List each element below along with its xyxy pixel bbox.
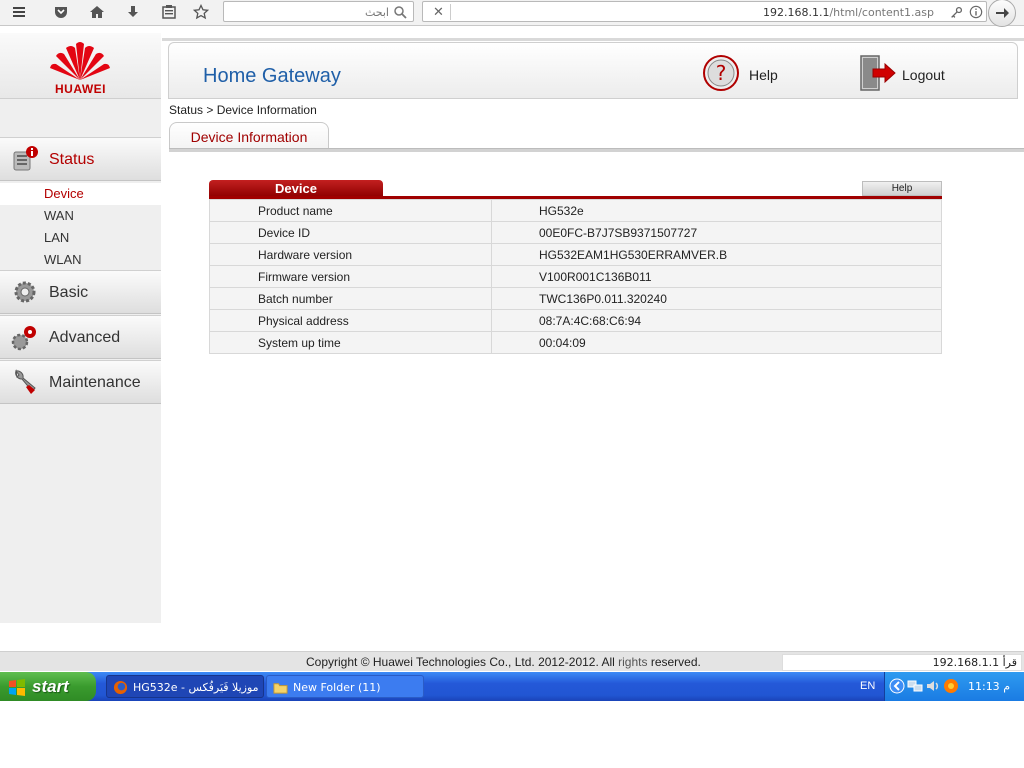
row-value: TWC136P0.011.320240 [491,287,942,310]
logo-text: HUAWEI [55,82,106,96]
svg-text:?: ? [716,61,727,85]
table-row: Physical address 08:7A:4C:68:C6:94 [209,309,942,332]
table-row: Device ID 00E0FC-B7J7SB9371507727 [209,221,942,244]
bookmark-star-icon[interactable] [186,0,216,24]
panel-help-button[interactable]: Help [862,181,942,196]
url-host: 192.168.1.1 [762,6,830,19]
windows-logo-icon [9,678,25,696]
arrow-right-icon [996,8,1009,18]
go-arrow-button[interactable] [988,0,1016,27]
url-path: /html/content1.asp [829,6,934,19]
divider [169,148,1024,152]
page-content: HUAWEI Status Device WAN LAN WLAN Basic [0,27,1024,651]
status-icon [13,146,38,171]
clock: 11:13 م [967,680,1010,693]
task-label: New Folder (11) [293,681,381,694]
sidebar-item-label: Basic [49,284,89,301]
row-value: HG532EAM1HG530ERRAMVER.B [491,243,942,266]
row-key: Physical address [209,309,492,332]
copyright-text: Copyright © Huawei Technologies Co., Ltd… [306,655,701,669]
row-key: Batch number [209,287,492,310]
start-button[interactable]: start [0,672,96,701]
advanced-icon [11,326,36,351]
network-icon[interactable] [907,678,923,694]
url-bar[interactable]: ✕ 192.168.1.1/html/content1.asp [422,1,987,22]
table-row: Product name HG532e [209,199,942,222]
sidebar-item-advanced[interactable]: Advanced [0,315,161,359]
page-footer: Copyright © Huawei Technologies Co., Ltd… [0,651,1024,671]
sidebar-item-maintenance[interactable]: Maintenance [0,360,161,404]
help-link[interactable]: Help [749,67,778,83]
task-label: HG532e - موزيلا فَيَرفُكس [133,681,259,694]
app-tray-icon[interactable] [943,678,959,694]
tab-device-information[interactable]: Device Information [169,122,329,149]
menu-icon[interactable] [4,0,34,24]
speaker-icon[interactable] [925,678,941,694]
url-text[interactable]: 192.168.1.1/html/content1.asp [763,6,934,19]
row-key: Hardware version [209,243,492,266]
search-box[interactable] [223,1,414,22]
help-icon[interactable]: ? [702,54,740,92]
key-icon[interactable] [948,4,964,20]
row-key: System up time [209,331,492,354]
browser-status-text: 192.168.1.1 قرأ [782,654,1022,671]
row-key: Device ID [209,221,492,244]
taskbar: start HG532e - موزيلا فَيَرفُكس New Fold… [0,672,1024,701]
device-info-table: Product name HG532e Device ID 00E0FC-B7J7S… [209,199,942,354]
table-row: Hardware version HG532EAM1HG530ERRAMVER.B [209,243,942,266]
table-row: System up time 00:04:09 [209,331,942,354]
firefox-icon [113,680,128,695]
row-value: 00:04:09 [491,331,942,354]
row-value: HG532e [491,199,942,222]
sidebar-subitem-wan[interactable]: WAN [0,205,161,227]
panel-title: Device [209,180,383,197]
table-row: Firmware version V100R001C136B011 [209,265,942,288]
copyright-part: reserved. [647,655,701,669]
logout-link[interactable]: Logout [902,67,945,83]
copyright-part: Copyright © Huawei Technologies Co., Ltd… [306,655,619,669]
huawei-logo: HUAWEI [0,33,161,99]
logout-icon[interactable] [857,54,897,92]
taskbar-item-firefox[interactable]: HG532e - موزيلا فَيَرفُكس [106,675,264,698]
home-icon[interactable] [82,0,112,24]
system-tray: 11:13 م [884,672,1024,701]
wrench-icon [15,369,36,394]
row-value: 00E0FC-B7J7SB9371507727 [491,221,942,244]
sidebar-item-label: Status [49,151,95,168]
table-row: Batch number TWC136P0.011.320240 [209,287,942,310]
folder-icon [273,683,288,694]
divider [162,38,1024,41]
copyright-part: rights [618,655,648,669]
sidebar-item-label: Maintenance [49,374,141,391]
language-indicator[interactable]: EN [860,680,875,692]
sidebar-item-basic[interactable]: Basic [0,270,161,314]
sidebar: HUAWEI Status Device WAN LAN WLAN Basic [0,33,161,623]
search-input[interactable] [229,4,389,20]
info-icon[interactable] [968,4,984,20]
page-title: Home Gateway [203,65,341,87]
pocket-icon[interactable] [46,0,76,24]
gear-icon [14,281,36,303]
sidebar-item-label: Advanced [49,329,121,346]
browser-toolbar: ✕ 192.168.1.1/html/content1.asp [0,0,1024,27]
sidebar-subitem-device[interactable]: Device [0,183,161,205]
sidebar-subitem-wlan[interactable]: WLAN [0,249,161,271]
row-key: Product name [209,199,492,222]
sidebar-item-status[interactable]: Status [0,137,161,181]
reader-icon[interactable] [154,0,184,24]
page-header: Home Gateway ? Help Logout [168,42,1018,99]
taskbar-item-folder[interactable]: New Folder (11) [266,675,424,698]
row-value: V100R001C136B011 [491,265,942,288]
close-icon[interactable]: ✕ [427,4,451,20]
row-value: 08:7A:4C:68:C6:94 [491,309,942,332]
breadcrumb: Status > Device Information [169,103,317,117]
sidebar-subitem-lan[interactable]: LAN [0,227,161,249]
download-icon[interactable] [118,0,148,24]
start-label: start [32,676,69,696]
chevron-left-icon[interactable] [889,678,905,694]
row-key: Firmware version [209,265,492,288]
search-icon [394,6,407,19]
huawei-logo-icon [50,42,110,80]
